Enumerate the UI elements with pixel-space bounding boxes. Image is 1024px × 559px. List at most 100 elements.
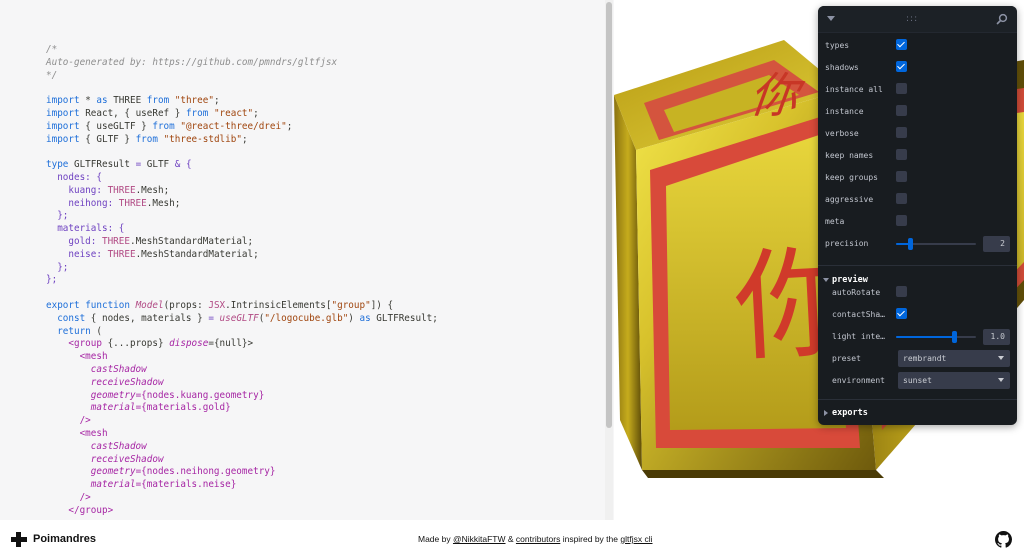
code-line: <mesh <box>46 351 108 362</box>
code-token: "group" <box>331 299 371 311</box>
code-token: }; <box>46 210 69 222</box>
light-intensity-slider[interactable] <box>896 331 976 343</box>
code-token: import <box>46 107 80 119</box>
code-token: { useGLTF } <box>79 120 153 132</box>
code-scrollbar[interactable] <box>605 0 613 520</box>
code-token: <group <box>46 338 108 350</box>
code-line: import { useGLTF } from "@react-three/dr… <box>46 121 292 132</box>
code-scrollbar-thumb[interactable] <box>606 2 612 428</box>
instance-checkbox[interactable] <box>896 105 907 116</box>
code-token: from <box>152 120 175 132</box>
select-value: rembrandt <box>903 354 947 363</box>
github-icon[interactable] <box>995 531 1012 548</box>
code-line: const { nodes, materials } = useGLTF("/l… <box>46 313 438 324</box>
code-token: Auto-generated by: https://github.com/pm… <box>46 56 338 68</box>
slider-handle[interactable] <box>951 331 957 343</box>
divider <box>818 399 1017 400</box>
code-editor[interactable]: /* Auto-generated by: https://github.com… <box>0 0 614 520</box>
code-token: neise: <box>46 248 108 260</box>
code-token: from <box>135 133 158 145</box>
setting-label: keep names <box>825 151 874 160</box>
precision-slider[interactable] <box>896 238 976 250</box>
code-line: nodes: { <box>46 172 102 183</box>
code-token: (props: <box>163 299 209 311</box>
code-token: dispose <box>169 338 209 350</box>
slider-handle[interactable] <box>908 238 914 250</box>
setting-contact-shadow: contactShadow <box>818 304 1017 326</box>
setting-label: keep groups <box>825 173 878 182</box>
code-token: }; <box>46 261 69 273</box>
code-line: export function Model(props: JSX.Intrins… <box>46 300 393 311</box>
code-token: .Mesh; <box>135 184 170 196</box>
setting-keep-groups: keep groups <box>818 167 1017 189</box>
code-token: as <box>96 95 108 107</box>
code-token: "react" <box>208 107 254 119</box>
generated-code[interactable]: /* Auto-generated by: https://github.com… <box>46 44 438 517</box>
code-token: Model <box>135 299 164 311</box>
code-token: from <box>185 107 209 119</box>
code-line: gold: THREE.MeshStandardMaterial; <box>46 236 253 247</box>
types-checkbox[interactable] <box>896 39 907 50</box>
code-token: { nodes, materials } <box>85 312 209 324</box>
meta-checkbox[interactable] <box>896 215 907 226</box>
code-line: <mesh <box>46 428 108 439</box>
autorotate-checkbox[interactable] <box>896 286 907 297</box>
setting-label: light intensity <box>832 332 886 341</box>
code-token: type <box>46 159 69 171</box>
code-token: /> <box>46 415 91 427</box>
verbose-checkbox[interactable] <box>896 127 907 138</box>
gltfjsx-cli-link[interactable]: gltfjsx cli <box>620 534 652 544</box>
setting-label: environment <box>832 376 885 385</box>
code-token: nodes: { <box>46 171 102 183</box>
code-token: "three-stdlib" <box>157 133 242 145</box>
code-line: material={materials.gold} <box>46 402 231 413</box>
code-token: import <box>46 95 80 107</box>
keep-groups-checkbox[interactable] <box>896 171 907 182</box>
code-line: neise: THREE.MeshStandardMaterial; <box>46 248 258 260</box>
code-token: ( <box>90 325 102 337</box>
chevron-down-icon <box>998 356 1004 360</box>
shadows-checkbox[interactable] <box>896 61 907 72</box>
setting-keep-names: keep names <box>818 145 1017 167</box>
environment-select[interactable]: sunset <box>898 372 1010 389</box>
keep-names-checkbox[interactable] <box>896 149 907 160</box>
contributors-link[interactable]: contributors <box>516 534 560 544</box>
preset-select[interactable]: rembrandt <box>898 350 1010 367</box>
contact-shadow-checkbox[interactable] <box>896 308 907 319</box>
code-token: ) <box>348 312 360 324</box>
instance-all-checkbox[interactable] <box>896 83 907 94</box>
code-line: }; <box>46 274 57 285</box>
code-line: receiveShadow <box>46 377 164 388</box>
brand-name[interactable]: Poimandres <box>33 533 96 545</box>
code-line: kuang: THREE.Mesh; <box>46 185 169 196</box>
code-token: THREE <box>118 197 147 209</box>
code-token: from <box>146 95 170 107</box>
code-token: material <box>46 479 136 491</box>
code-token: geometry <box>46 466 136 478</box>
credits: Made by @NikkitaFTW & contributors inspi… <box>418 534 652 544</box>
setting-meta: meta <box>818 211 1017 233</box>
setting-label: contactShadow <box>832 310 886 319</box>
code-line: <group {...props} dispose={null}> <box>46 338 253 349</box>
drag-handle-icon[interactable]: ::: <box>906 14 918 24</box>
author-link[interactable]: @NikkitaFTW <box>453 534 506 544</box>
code-token: {...props} <box>107 338 170 350</box>
collapse-icon[interactable] <box>827 16 835 21</box>
code-line: geometry={nodes.neihong.geometry} <box>46 466 276 477</box>
search-icon[interactable] <box>996 13 1008 25</box>
precision-input[interactable]: 2 <box>983 236 1010 252</box>
exports-folder-toggle[interactable]: exports <box>818 404 1017 424</box>
panel-header[interactable]: ::: <box>818 6 1017 33</box>
code-token: ; <box>286 120 293 132</box>
code-token: */ <box>46 69 58 81</box>
light-intensity-input[interactable]: 1.0 <box>983 329 1010 345</box>
setting-label: instance all <box>825 85 883 94</box>
code-token: castShadow <box>46 363 147 375</box>
code-token: <mesh <box>46 427 108 439</box>
aggressive-checkbox[interactable] <box>896 193 907 204</box>
code-token: }; <box>46 274 58 286</box>
settings-panel: ::: types shadows instance all instance … <box>818 6 1017 425</box>
code-token: "three" <box>169 95 214 107</box>
code-token: .Mesh; <box>146 197 181 209</box>
poimandres-logo-icon[interactable] <box>11 532 27 547</box>
